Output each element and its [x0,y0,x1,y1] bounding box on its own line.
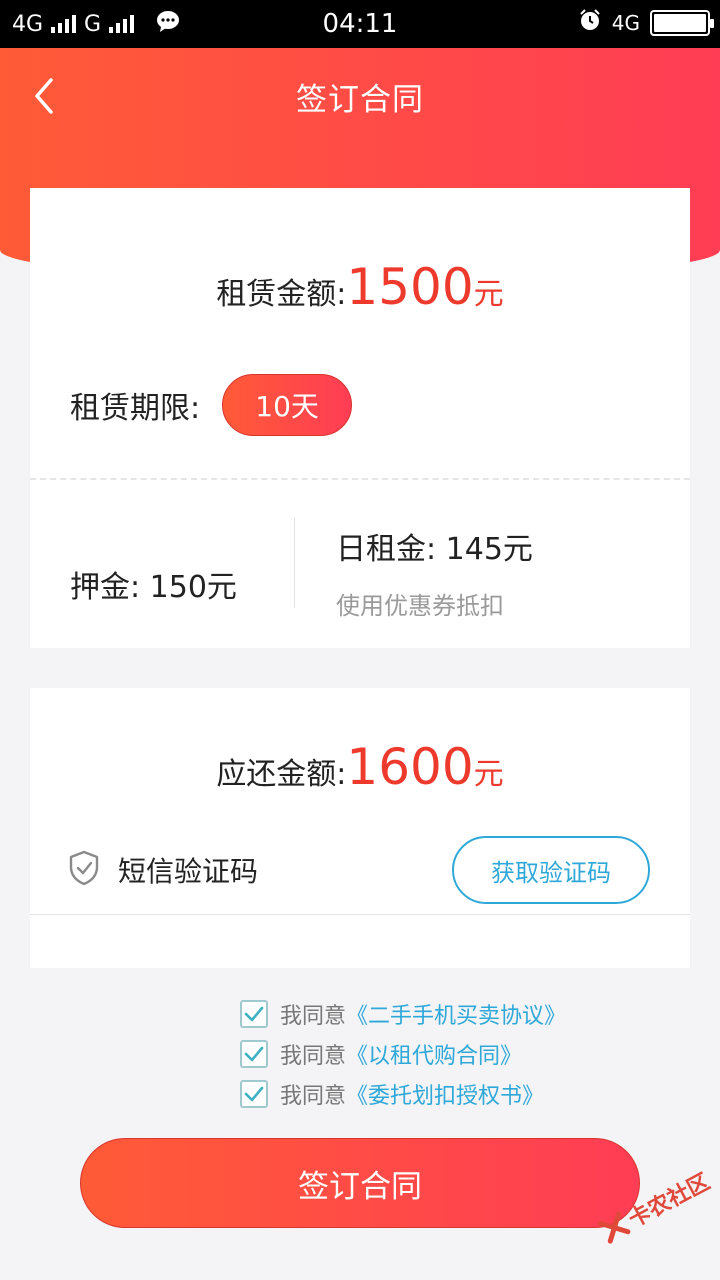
divider [30,914,690,915]
agreement-checkbox[interactable] [240,1040,268,1068]
rental-term-option[interactable]: 10天 [222,374,353,436]
coupon-link[interactable]: 使用优惠券抵扣 [336,586,504,621]
agreement-link[interactable]: 《二手手机买卖协议》 [346,998,566,1030]
network-label-3: 4G [611,11,640,35]
sign-contract-button[interactable]: 签订合同 [80,1138,640,1228]
check-icon [244,1086,264,1102]
check-icon [244,1046,264,1062]
agreement-link[interactable]: 《以租代购合同》 [346,1038,522,1070]
battery-icon [650,10,714,36]
shield-icon [68,850,100,890]
agreement-item[interactable]: 我同意 《以租代购合同》 [240,1034,566,1074]
repayment-amount-unit: 元 [473,757,504,792]
status-bar: 4G G 04:11 4G [0,0,720,48]
agreement-prefix: 我同意 [280,1044,347,1069]
rental-term-label: 租赁期限: [70,391,201,426]
rental-amount-value: 1500 [346,258,474,316]
rental-amount-unit: 元 [473,277,504,312]
page-title: 签订合同 [296,82,424,118]
repayment-amount-label: 应还金额: [216,757,347,792]
rental-amount-label: 租赁金额: [216,277,347,312]
agreement-prefix: 我同意 [280,1004,347,1029]
status-right: 4G [578,8,714,38]
alarm-icon [578,8,602,38]
rental-card: 租赁金额: 1500 元 租赁期限: 10天 押金: 150元 日租金: 145… [30,188,690,648]
rental-term-row: 租赁期限: 10天 [70,374,353,436]
get-code-button[interactable]: 获取验证码 [452,836,650,904]
agreements-list: 我同意 《二手手机买卖协议》 我同意 《以租代购合同》 我同意 《委托划扣授权书… [240,994,566,1114]
repayment-card: 应还金额: 1600 元 短信验证码 获取验证码 [30,688,690,968]
rental-amount-row: 租赁金额: 1500 元 [30,258,690,316]
agreement-checkbox[interactable] [240,1080,268,1108]
agreement-checkbox[interactable] [240,1000,268,1028]
agreement-item[interactable]: 我同意 《二手手机买卖协议》 [240,994,566,1034]
repayment-amount-value: 1600 [346,738,474,796]
dashed-divider [30,478,690,480]
repayment-amount-row: 应还金额: 1600 元 [30,738,690,796]
sms-code-input[interactable] [70,922,650,962]
agreement-prefix: 我同意 [280,1084,347,1109]
vertical-divider [294,518,295,608]
agreement-item[interactable]: 我同意 《委托划扣授权书》 [240,1074,566,1114]
deposit-text: 押金: 150元 [70,570,237,605]
daily-rent-text: 日租金: 145元 [336,532,533,567]
agreement-link[interactable]: 《委托划扣授权书》 [346,1078,544,1110]
sms-code-label: 短信验证码 [118,855,259,888]
check-icon [244,1006,264,1022]
sms-row: 短信验证码 [68,850,258,890]
